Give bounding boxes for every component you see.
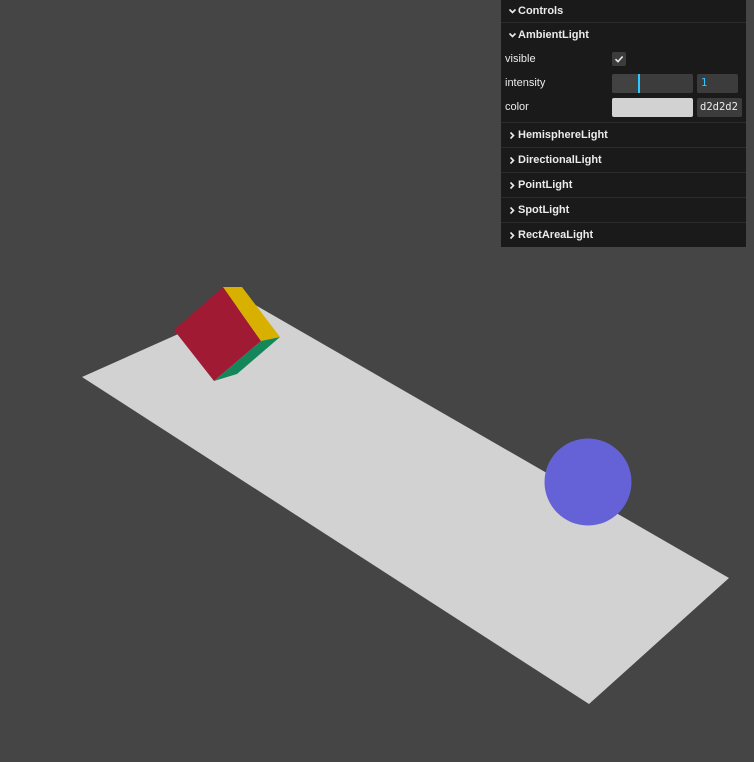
folder-label: SpotLight: [518, 204, 570, 216]
visible-control: visible: [501, 47, 746, 71]
folder-hemisphere-light-header[interactable]: HemisphereLight: [501, 123, 746, 147]
folder-spot-light-header[interactable]: SpotLight: [501, 198, 746, 222]
folder-rect-area-light-header[interactable]: RectAreaLight: [501, 223, 746, 247]
folder-spot-light: SpotLight: [501, 197, 746, 222]
intensity-slider-fill: [612, 73, 639, 93]
folder-hemisphere-light: HemisphereLight: [501, 122, 746, 147]
intensity-slider-handle[interactable]: [637, 73, 640, 93]
folder-label: RectAreaLight: [518, 229, 594, 241]
folder-label: AmbientLight: [518, 29, 589, 41]
folder-ambient-light-header[interactable]: AmbientLight: [501, 23, 746, 47]
intensity-label: intensity: [505, 77, 546, 89]
color-hex-input[interactable]: [697, 97, 742, 117]
sphere: [544, 438, 632, 526]
controls-panel: Controls AmbientLight visible intensity: [501, 0, 746, 247]
color-control: color: [501, 95, 746, 119]
check-icon: [614, 55, 624, 63]
chevron-down-icon: [507, 6, 518, 17]
folder-point-light: PointLight: [501, 172, 746, 197]
chevron-right-icon: [507, 155, 518, 166]
color-label: color: [505, 101, 529, 113]
folder-ambient-light-body: visible intensity color: [501, 47, 746, 122]
visible-label: visible: [505, 53, 536, 65]
chevron-down-icon: [507, 30, 518, 41]
folder-directional-light-header[interactable]: DirectionalLight: [501, 148, 746, 172]
folder-point-light-header[interactable]: PointLight: [501, 173, 746, 197]
intensity-slider[interactable]: [612, 73, 693, 93]
controls-panel-title[interactable]: Controls: [501, 0, 746, 22]
chevron-right-icon: [507, 230, 518, 241]
chevron-right-icon: [507, 205, 518, 216]
visible-checkbox[interactable]: [612, 52, 626, 66]
intensity-control: intensity: [501, 71, 746, 95]
folder-label: PointLight: [518, 179, 573, 191]
intensity-input[interactable]: [697, 73, 738, 93]
color-swatch[interactable]: [612, 97, 693, 117]
chevron-right-icon: [507, 130, 518, 141]
folder-rect-area-light: RectAreaLight: [501, 222, 746, 247]
folder-label: DirectionalLight: [518, 154, 602, 166]
folder-directional-light: DirectionalLight: [501, 147, 746, 172]
folder-ambient-light: AmbientLight visible intensity color: [501, 22, 746, 122]
chevron-right-icon: [507, 180, 518, 191]
controls-panel-title-label: Controls: [518, 5, 564, 17]
folder-label: HemisphereLight: [518, 129, 608, 141]
